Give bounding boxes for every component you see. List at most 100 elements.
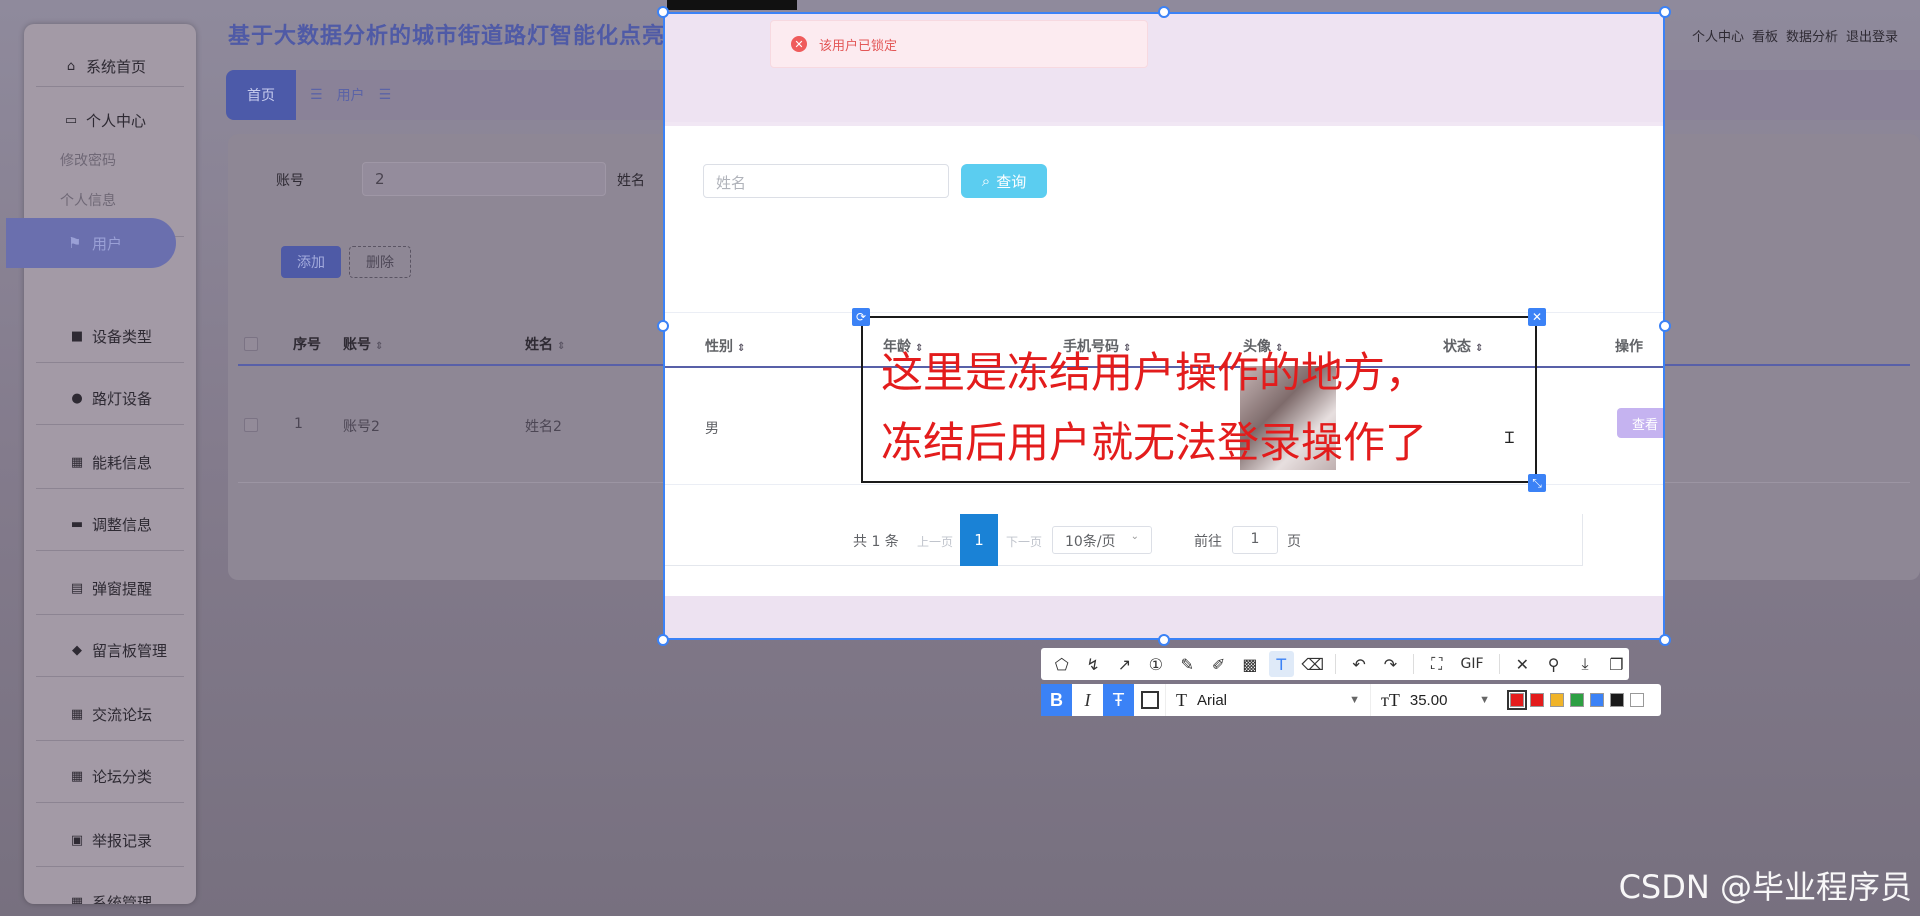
sidebar-sub-change-password[interactable]: 修改密码 [60, 150, 116, 170]
sidebar-item-home[interactable]: ⌂ 系统首页 [24, 56, 196, 77]
sidebar-sub-personal-info[interactable]: 个人信息 [60, 190, 116, 210]
screen-record-icon[interactable]: ⛶ [1424, 651, 1449, 677]
header-name[interactable]: 姓名 ⇕ [525, 334, 565, 354]
batch-delete-button[interactable]: 删除 [349, 246, 411, 278]
name-search-input[interactable]: 姓名 [703, 164, 949, 198]
color-swatch-green[interactable] [1570, 693, 1584, 707]
location-icon: ◆ [72, 643, 82, 658]
resize-handle-w[interactable] [657, 320, 669, 332]
sidebar-item-device-type[interactable]: ■ 设备类型 [24, 326, 196, 347]
page-size-select[interactable]: 10条/页 ⌄ [1052, 526, 1152, 554]
selection-size-tag [667, 0, 797, 10]
header-account[interactable]: 账号 ⇕ [343, 334, 383, 354]
row-checkbox[interactable] [244, 418, 258, 432]
font-icon: T [1176, 689, 1187, 710]
resize-handle-sw[interactable] [657, 634, 669, 646]
annotation-text[interactable]: 这里是冻结用户操作的地方， 冻结后用户就无法登录操作了 [881, 338, 1531, 478]
resize-handle-se[interactable] [1659, 634, 1671, 646]
sidebar-item-forum[interactable]: ▦ 交流论坛 [24, 704, 196, 725]
text-background-button[interactable] [1134, 684, 1165, 716]
resize-handle-n[interactable] [1158, 6, 1170, 18]
resize-handle-e[interactable] [1659, 320, 1671, 332]
sidebar-item-system[interactable]: ▦ 系统管理 [24, 892, 196, 904]
highlighter-icon[interactable]: ✐ [1206, 651, 1231, 677]
next-page-button[interactable]: 下一页 [1006, 533, 1042, 550]
sort-icon: ⇕ [737, 343, 746, 354]
tab-user-label: 用户 [336, 88, 365, 104]
divider [36, 362, 184, 363]
sidebar-item-forum-category[interactable]: ▦ 论坛分类 [24, 766, 196, 787]
header-operations: 操作 [1615, 339, 1643, 355]
sidebar-item-label: 个人中心 [86, 112, 147, 130]
copy-icon[interactable]: ❐ [1604, 651, 1629, 677]
color-swatch-red[interactable] [1530, 693, 1544, 707]
error-toast: ✕ 该用户已锁定 [770, 20, 1148, 68]
color-swatch-yellow[interactable] [1550, 693, 1564, 707]
undo-icon[interactable]: ↶ [1346, 651, 1371, 677]
resize-handle-nw[interactable] [657, 6, 669, 18]
briefcase-icon: ▤ [70, 581, 84, 596]
text-outline-button[interactable]: Ŧ [1103, 684, 1134, 716]
user-icon: ● [71, 391, 83, 406]
arrow-icon[interactable]: ↗ [1112, 651, 1137, 677]
top-links: 个人中心 看板 数据分析 退出登录 [1692, 26, 1898, 45]
bold-button[interactable]: B [1041, 684, 1072, 716]
pencil-icon[interactable]: ✎ [1175, 651, 1200, 677]
sidebar-item-report[interactable]: ▣ 举报记录 [24, 830, 196, 851]
font-size-select[interactable]: ᴛT 35.00 ▼ [1370, 684, 1500, 716]
current-page[interactable]: 1 [960, 514, 998, 566]
tab-home[interactable]: 首页 [226, 70, 296, 120]
sidebar-item-streetlight[interactable]: ● 路灯设备 [24, 388, 196, 409]
color-swatch-black[interactable] [1610, 693, 1624, 707]
close-icon[interactable]: ✕ [1528, 308, 1546, 326]
add-button[interactable]: 添加 [281, 246, 341, 278]
sidebar-item-guestbook[interactable]: ◆ 留言板管理 [24, 640, 196, 661]
italic-button[interactable]: I [1072, 684, 1103, 716]
font-size-icon: ᴛT [1381, 689, 1400, 710]
sidebar-item-user-active[interactable]: ⚑ 用户 [6, 218, 176, 268]
text-tool-icon[interactable]: T [1268, 651, 1294, 677]
tab-user[interactable]: ☰ 用户 ☰ [310, 85, 391, 105]
pagination: 共 1 条 上一页 1 下一页 10条/页 ⌄ 前往 1 页 [665, 514, 1663, 574]
account-input[interactable]: 2 [362, 162, 606, 196]
redo-icon[interactable]: ↷ [1378, 651, 1403, 677]
font-family-select[interactable]: T Arial ▼ [1165, 684, 1370, 716]
sidebar-item-personal[interactable]: ▭ 个人中心 [24, 110, 196, 131]
color-swatch-white[interactable] [1630, 693, 1644, 707]
pin-icon[interactable]: ⚲ [1541, 651, 1566, 677]
top-link-board[interactable]: 看板 [1752, 26, 1778, 45]
rotate-icon[interactable]: ⟳ [852, 308, 870, 326]
top-link-logout[interactable]: 退出登录 [1846, 26, 1898, 45]
header-gender[interactable]: 性别 ⇕ [705, 336, 745, 356]
color-swatch-selected[interactable] [1507, 690, 1527, 710]
number-marker-icon[interactable]: ① [1143, 651, 1168, 677]
mosaic-icon[interactable]: ▩ [1237, 651, 1262, 677]
gif-button[interactable]: GIF [1455, 651, 1488, 677]
sidebar-item-label: 路灯设备 [92, 390, 153, 408]
select-all-checkbox[interactable] [244, 337, 258, 351]
sidebar-item-adjust[interactable]: ▬ 调整信息 [24, 514, 196, 535]
cell-account: 账号2 [343, 419, 380, 435]
goto-page-input[interactable]: 1 [1232, 526, 1278, 554]
name-label: 姓名 [617, 173, 645, 189]
sidebar-item-popup[interactable]: ▤ 弹窗提醒 [24, 578, 196, 599]
top-link-analysis[interactable]: 数据分析 [1786, 26, 1838, 45]
color-swatch-blue[interactable] [1590, 693, 1604, 707]
shape-icon[interactable]: ⬠ [1049, 651, 1074, 677]
sidebar-item-label: 调整信息 [92, 516, 153, 534]
download-icon[interactable]: ⤓ [1572, 651, 1597, 677]
row-divider [665, 484, 1663, 485]
sidebar-item-label: 弹窗提醒 [92, 580, 153, 598]
polyline-icon[interactable]: ↯ [1080, 651, 1105, 677]
text-format-toolbar: B I Ŧ T Arial ▼ ᴛT 35.00 ▼ [1041, 684, 1661, 716]
cancel-icon[interactable]: ✕ [1510, 651, 1535, 677]
prev-page-button[interactable]: 上一页 [917, 533, 953, 550]
resize-handle-s[interactable] [1158, 634, 1170, 646]
top-link-personal[interactable]: 个人中心 [1692, 26, 1744, 45]
flag-icon: ⚑ [68, 234, 82, 252]
eraser-icon[interactable]: ⌫ [1300, 651, 1325, 677]
query-button[interactable]: ⌕ 查询 [961, 164, 1047, 198]
sidebar-item-energy[interactable]: ▦ 能耗信息 [24, 452, 196, 473]
view-button[interactable]: 查看 [1617, 408, 1663, 438]
resize-handle-ne[interactable] [1659, 6, 1671, 18]
